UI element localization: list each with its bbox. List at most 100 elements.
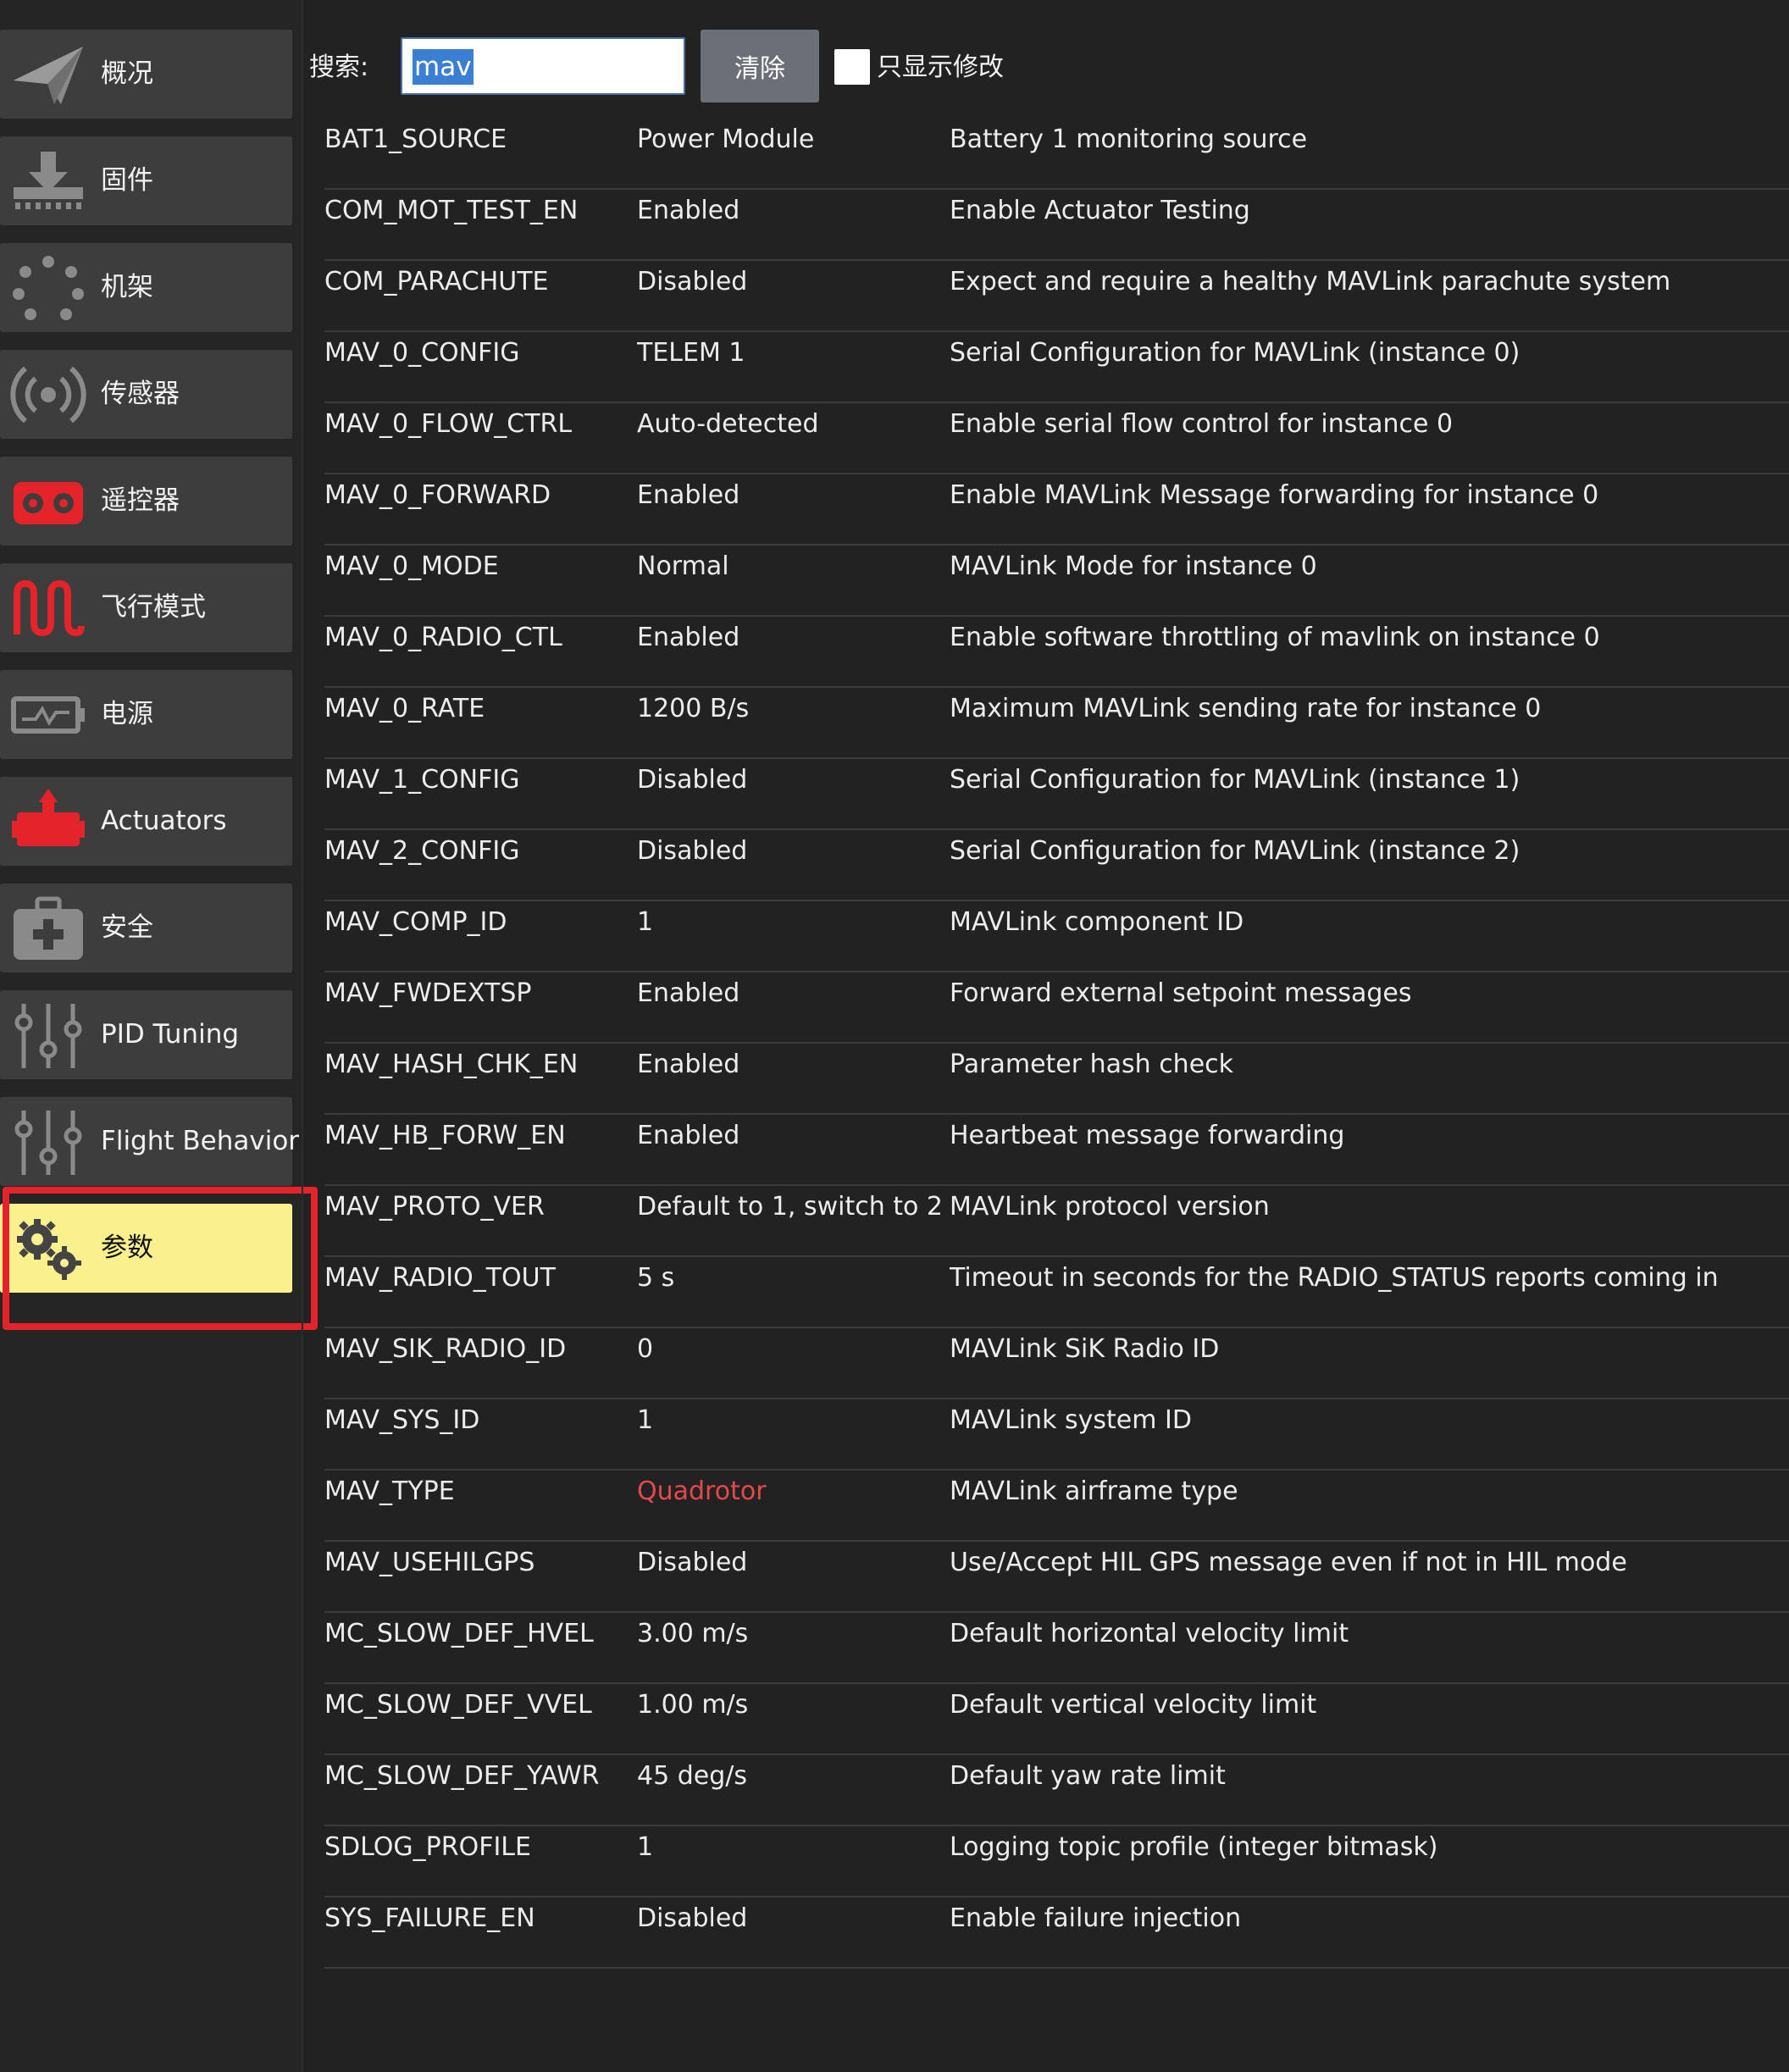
param-description: Heartbeat message forwarding	[950, 1121, 1345, 1150]
sidebar-item-pid-tuning[interactable]: PID Tuning	[0, 990, 292, 1079]
sidebar-item-radio[interactable]: 遥控器	[0, 457, 292, 546]
param-description: MAVLink component ID	[950, 907, 1244, 937]
sidebar-item-firmware[interactable]: 固件	[0, 136, 292, 225]
parameter-table: BAT1_SOURCE Power Module Battery 1 monitor…	[324, 119, 1789, 1969]
param-value: Quadrotor	[637, 1476, 767, 1506]
param-name: MAV_0_RADIO_CTL	[324, 623, 562, 652]
sidebar-item-label: 飞行模式	[101, 592, 206, 623]
sliders-icon	[10, 1000, 86, 1070]
param-description: Enable software throttling of mavlink on…	[950, 623, 1600, 652]
sidebar-item-airframe[interactable]: 机架	[0, 243, 292, 332]
table-row[interactable]: MAV_0_MODE Normal MAVLink Mode for instanc…	[324, 546, 1789, 617]
table-row[interactable]: MAV_HB_FORW_EN Enabled Heartbeat message f…	[324, 1115, 1789, 1186]
table-row[interactable]: MC_SLOW_DEF_HVEL 3.00 m/s Default horizont…	[324, 1613, 1789, 1684]
param-description: Default yaw rate limit	[950, 1761, 1226, 1791]
table-row[interactable]: MAV_PROTO_VER Default to 1, switch to 2 i…	[324, 1186, 1789, 1257]
param-name: MAV_SIK_RADIO_ID	[324, 1334, 567, 1364]
table-row[interactable]: MAV_SYS_ID 1 MAVLink system ID	[324, 1399, 1789, 1471]
param-name: COM_MOT_TEST_EN	[324, 196, 579, 225]
table-row[interactable]: MAV_USEHILGPS Disabled Use/Accept HIL GPS …	[324, 1542, 1789, 1613]
param-name: MAV_FWDEXTSP	[324, 978, 532, 1008]
param-description: MAVLink protocol version	[950, 1192, 1270, 1222]
param-description: Default vertical velocity limit	[950, 1690, 1317, 1720]
sidebar-item-label: 安全	[101, 912, 153, 943]
param-name: MAV_0_CONFIG	[324, 338, 520, 368]
param-name: SYS_FAILURE_EN	[324, 1903, 535, 1933]
sidebar-item-label: 传感器	[101, 379, 180, 409]
table-row[interactable]: BAT1_SOURCE Power Module Battery 1 monitor…	[324, 119, 1789, 190]
table-row[interactable]: MAV_0_FORWARD Enabled Enable MAVLink Messa…	[324, 474, 1789, 546]
param-value: Disabled	[637, 1548, 748, 1577]
param-value: 1	[637, 907, 654, 937]
param-name: MAV_TYPE	[324, 1476, 455, 1506]
param-name: MAV_COMP_ID	[324, 907, 507, 937]
search-input[interactable]	[401, 37, 685, 95]
sidebar-item-safety[interactable]: 安全	[0, 884, 292, 972]
sidebar-item-sensors[interactable]: 传感器	[0, 350, 292, 439]
table-row[interactable]: MAV_FWDEXTSP Enabled Forward external setp…	[324, 972, 1789, 1044]
param-name: MC_SLOW_DEF_VVEL	[324, 1690, 592, 1720]
gears-icon	[10, 1214, 86, 1283]
param-value: Enabled	[637, 1121, 740, 1150]
motor-icon	[10, 787, 86, 856]
param-name: MAV_HB_FORW_EN	[324, 1121, 566, 1150]
sidebar-item-flight-behavior[interactable]: Flight Behavior	[0, 1097, 299, 1186]
param-name: MAV_HASH_CHK_EN	[324, 1050, 579, 1079]
table-row[interactable]: MAV_0_FLOW_CTRL Auto-detected Enable seria…	[324, 403, 1789, 474]
param-description: Enable Actuator Testing	[950, 196, 1250, 225]
param-value: TELEM 1	[637, 338, 745, 368]
table-row[interactable]: MAV_0_RADIO_CTL Enabled Enable software th…	[324, 617, 1789, 688]
param-description: Battery 1 monitoring source	[950, 125, 1308, 154]
table-row[interactable]: SYS_FAILURE_EN Disabled Enable failure inj…	[324, 1897, 1789, 1969]
table-row[interactable]: MAV_COMP_ID 1 MAVLink component ID	[324, 901, 1789, 972]
sidebar-item-power[interactable]: 电源	[0, 670, 292, 759]
sidebar-item-label: 概况	[101, 58, 153, 89]
show-modified-only-label[interactable]: 只显示修改	[877, 44, 1004, 91]
sliders-icon	[10, 1107, 86, 1177]
param-name: MAV_1_CONFIG	[324, 765, 520, 795]
param-value: Disabled	[637, 1903, 748, 1933]
param-value: Disabled	[637, 765, 748, 795]
param-value: Enabled	[637, 196, 740, 225]
param-value: Normal	[637, 551, 729, 581]
table-row[interactable]: MC_SLOW_DEF_YAWR 45 deg/s Default yaw rate…	[324, 1755, 1789, 1826]
show-modified-only-checkbox[interactable]	[834, 49, 870, 85]
table-row[interactable]: MAV_0_CONFIG TELEM 1 Serial Configuration …	[324, 332, 1789, 403]
param-value: Disabled	[637, 267, 748, 296]
sidebar-item-actuators[interactable]: Actuators	[0, 777, 292, 866]
table-row[interactable]: MAV_SIK_RADIO_ID 0 MAVLink SiK Radio ID	[324, 1328, 1789, 1399]
table-row[interactable]: MAV_1_CONFIG Disabled Serial Configuration…	[324, 759, 1789, 830]
sidebar-item-parameters[interactable]: 参数	[0, 1204, 292, 1293]
table-row[interactable]: COM_MOT_TEST_EN Enabled Enable Actuator Te…	[324, 190, 1789, 261]
param-name: BAT1_SOURCE	[324, 125, 507, 154]
radio-waves-icon	[10, 360, 86, 429]
param-description: MAVLink system ID	[950, 1405, 1192, 1435]
table-row[interactable]: MAV_TYPE Quadrotor MAVLink airframe type	[324, 1471, 1789, 1542]
table-row[interactable]: MAV_RADIO_TOUT 5 s Timeout in seconds for …	[324, 1257, 1789, 1328]
param-value: 1	[637, 1832, 654, 1862]
table-row[interactable]: MAV_2_CONFIG Disabled Serial Configuration…	[324, 830, 1789, 901]
table-row[interactable]: MAV_0_RATE 1200 B/s Maximum MAVLink sendin…	[324, 688, 1789, 759]
search-label: 搜索:	[309, 53, 369, 82]
table-row[interactable]: MC_SLOW_DEF_VVEL 1.00 m/s Default vertical…	[324, 1684, 1789, 1755]
param-description: Serial Configuration for MAVLink (instan…	[950, 765, 1520, 795]
table-row[interactable]: COM_PARACHUTE Disabled Expect and require …	[324, 261, 1789, 332]
table-row[interactable]: SDLOG_PROFILE 1 Logging topic profile (int…	[324, 1826, 1789, 1897]
param-value: 1200 B/s	[637, 694, 750, 723]
param-description: Enable serial flow control for instance …	[950, 409, 1454, 439]
param-description: Serial Configuration for MAVLink (instan…	[950, 338, 1520, 368]
sidebar: 概况 固件 机架 传感器 遥控器 飞行模式 电源 Actuators 安全 PI…	[0, 0, 318, 2072]
param-name: MC_SLOW_DEF_HVEL	[324, 1619, 594, 1648]
flight-mode-wave-icon	[10, 573, 86, 643]
param-description: Serial Configuration for MAVLink (instan…	[950, 836, 1520, 866]
param-value: 3.00 m/s	[637, 1619, 749, 1648]
airframe-dots-icon	[10, 253, 86, 323]
sidebar-item-summary[interactable]: 概况	[0, 30, 292, 119]
sidebar-item-flight-modes[interactable]: 飞行模式	[0, 563, 292, 652]
param-name: MAV_2_CONFIG	[324, 836, 520, 866]
param-name: MC_SLOW_DEF_YAWR	[324, 1761, 600, 1791]
param-value: 5 s	[637, 1263, 675, 1293]
clear-button[interactable]: 清除	[701, 30, 819, 102]
rc-transmitter-icon	[10, 467, 86, 536]
table-row[interactable]: MAV_HASH_CHK_EN Enabled Parameter hash che…	[324, 1044, 1789, 1115]
